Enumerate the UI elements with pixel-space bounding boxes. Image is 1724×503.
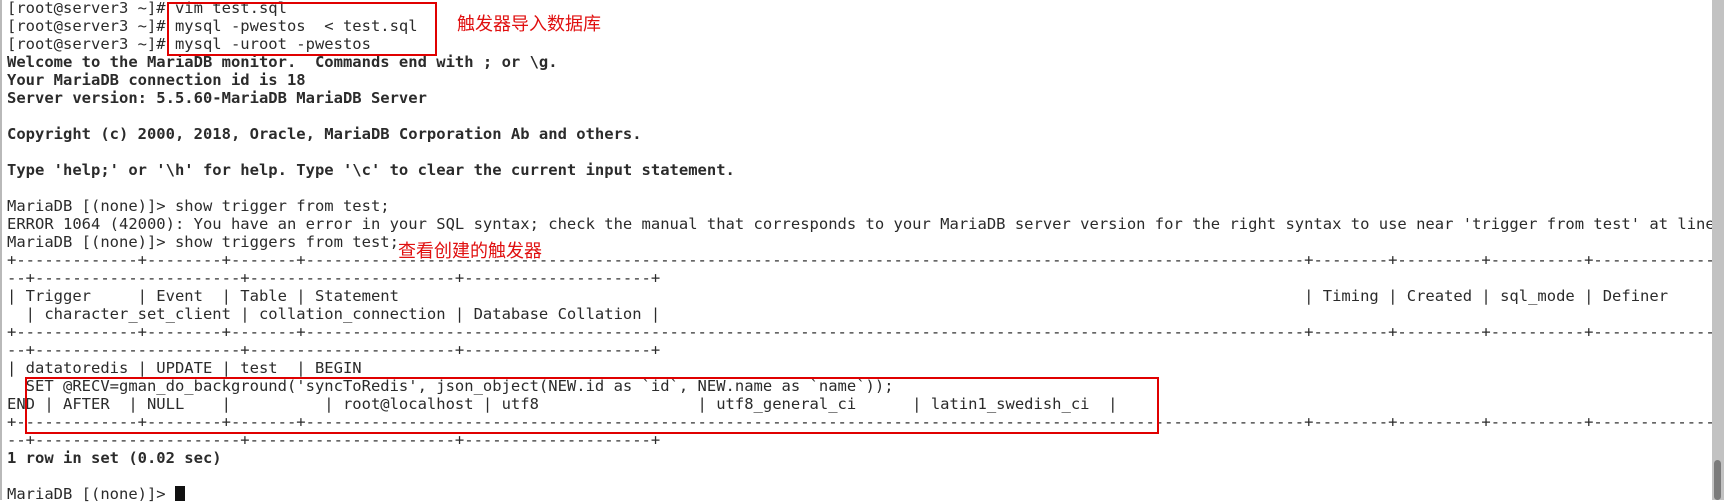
terminal-line: Copyright (c) 2000, 2018, Oracle, MariaD… [7, 125, 1724, 143]
terminal-line-text: --+----------------------+--------------… [7, 269, 661, 287]
terminal-line-text: | datatoredis | UPDATE | test | BEGIN [7, 359, 362, 377]
terminal-line-text: --+----------------------+--------------… [7, 341, 661, 359]
terminal-line-text: | character_set_client | collation_conne… [7, 305, 661, 323]
table-header-right: | Timing | Created | sql_mode | Definer [1304, 287, 1669, 305]
scrollbar-thumb[interactable] [1714, 460, 1721, 500]
highlight-box-trigger-row [25, 377, 1159, 434]
terminal-line: ERROR 1064 (42000): You have an error in… [7, 215, 1724, 233]
terminal-line-text: Copyright (c) 2000, 2018, Oracle, MariaD… [7, 125, 642, 143]
annotation-import: 触发器导入数据库 [457, 14, 601, 35]
terminal-line-text: Type 'help;' or '\h' for help. Type '\c'… [7, 161, 735, 179]
table-header-left: | Trigger | Event | Table | Statement [7, 287, 399, 305]
terminal-line: Type 'help;' or '\h' for help. Type '\c'… [7, 161, 1724, 179]
terminal-line-text: Your MariaDB connection id is 18 [7, 71, 306, 89]
terminal-line: | datatoredis | UPDATE | test | BEGIN [7, 359, 1724, 377]
annotation-view-trigger: 查看创建的触发器 [398, 241, 542, 262]
terminal-line: | character_set_client | collation_conne… [7, 305, 1724, 323]
terminal-line: MariaDB [(none)]> show trigger from test… [7, 197, 1724, 215]
terminal-line-text: MariaDB [(none)]> show trigger from test… [7, 197, 390, 215]
terminal-line: MariaDB [(none)]> show triggers from tes… [7, 233, 1724, 251]
terminal-line-text: MariaDB [(none)]> show triggers from tes… [7, 233, 399, 251]
terminal-line-text: ERROR 1064 (42000): You have an error in… [7, 215, 1724, 233]
scrollbar[interactable] [1712, 0, 1724, 500]
terminal-line: 1 row in set (0.02 sec) [7, 449, 1724, 467]
terminal-line: Your MariaDB connection id is 18 [7, 71, 1724, 89]
terminal-line-text: Server version: 5.5.60-MariaDB MariaDB S… [7, 89, 427, 107]
terminal-line-text: 1 row in set (0.02 sec) [7, 449, 222, 467]
terminal-line-text: +-------------+--------+-------+--------… [7, 323, 1724, 341]
terminal-line: | Trigger | Event | Table | Statement | T… [7, 287, 1724, 305]
terminal-line: Server version: 5.5.60-MariaDB MariaDB S… [7, 89, 1724, 107]
terminal-line: MariaDB [(none)]> [7, 485, 1724, 503]
cursor [174, 486, 185, 501]
terminal-line: +-------------+--------+-------+--------… [7, 251, 1724, 269]
highlight-box-import [167, 2, 437, 56]
terminal-line: --+----------------------+--------------… [7, 341, 1724, 359]
terminal-line: --+----------------------+--------------… [7, 269, 1724, 287]
terminal-line: +-------------+--------+-------+--------… [7, 323, 1724, 341]
terminal-line-text: +-------------+--------+-------+--------… [7, 251, 1724, 269]
terminal-line-text: MariaDB [(none)]> [7, 485, 175, 503]
